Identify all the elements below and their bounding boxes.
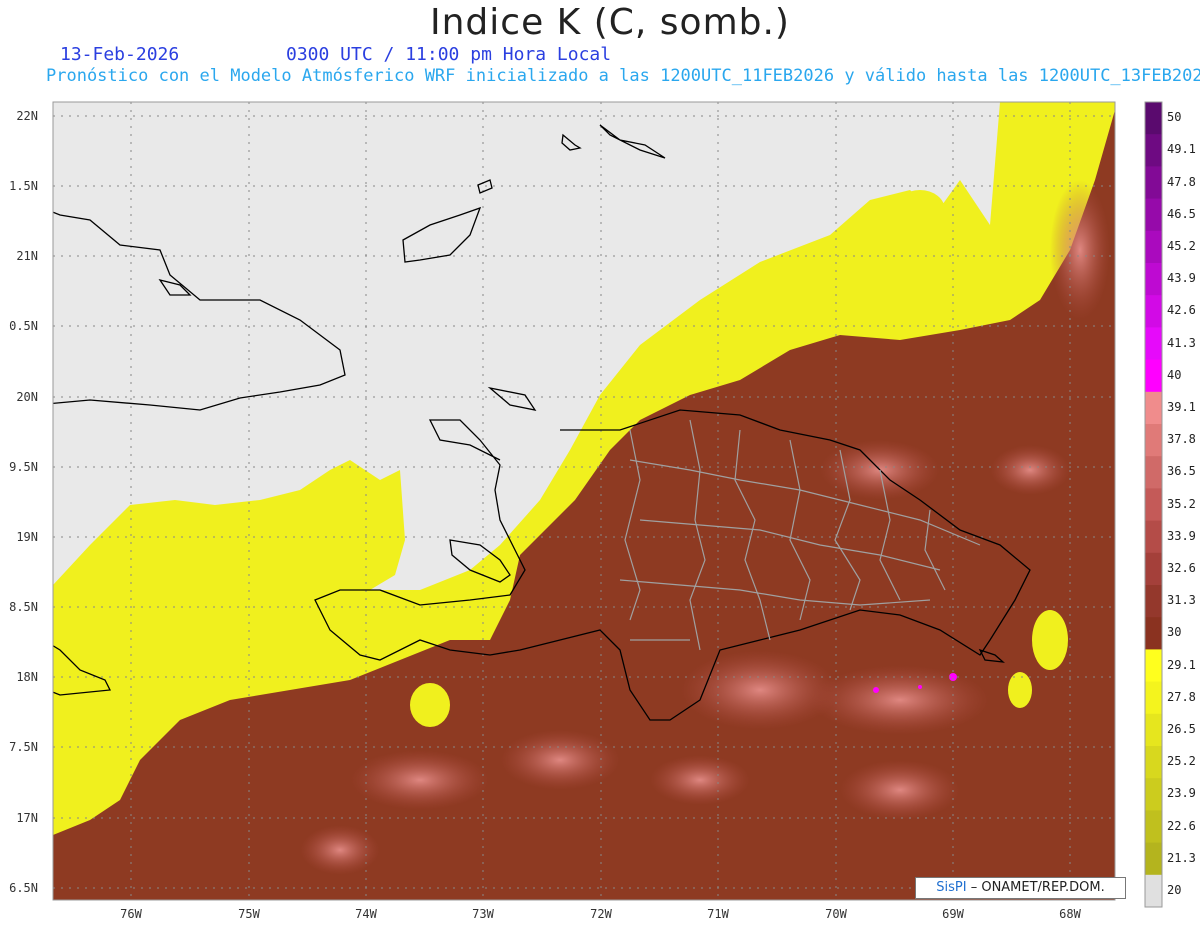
- sispi-logo: SisPI: [936, 880, 967, 895]
- colorbar-label: 29.1: [1167, 657, 1196, 672]
- lon-label: 68W: [1059, 907, 1081, 921]
- colorbar-label: 22.6: [1167, 818, 1196, 833]
- colorbar-label: 23.9: [1167, 786, 1196, 801]
- colorbar-label: 25.2: [1167, 754, 1196, 769]
- colorbar-swatch: [1145, 810, 1162, 844]
- lon-label: 73W: [472, 907, 494, 921]
- lat-label: 1.5N: [9, 179, 38, 193]
- colorbar-swatch: [1145, 134, 1162, 167]
- colorbar-swatch: [1145, 230, 1162, 264]
- colorbar-label: 40: [1167, 367, 1182, 382]
- colorbar-label: 26.5: [1167, 721, 1196, 736]
- colorbar-swatch: [1145, 359, 1162, 393]
- colorbar-label: 50: [1167, 110, 1182, 125]
- map-field: [53, 102, 1115, 900]
- lat-label: 0.5N: [9, 319, 38, 333]
- colorbar-swatch: [1145, 327, 1162, 361]
- colorbar-label: 31.3: [1167, 593, 1196, 608]
- credit-box: SisPI – ONAMET/REP.DOM.: [915, 877, 1126, 899]
- colorbar-swatch: [1145, 198, 1162, 232]
- colorbar-label: 49.1: [1167, 142, 1196, 157]
- lon-label: 71W: [707, 907, 729, 921]
- k-index-map: [52, 101, 1163, 908]
- colorbar-label: 39.1: [1167, 399, 1196, 414]
- colorbar-swatch: [1145, 102, 1162, 135]
- colorbar-swatch: [1145, 874, 1162, 908]
- colorbar: [1144, 101, 1163, 908]
- colorbar-label: 21.3: [1167, 850, 1196, 865]
- colorbar-label: 37.8: [1167, 432, 1196, 447]
- lon-label: 69W: [942, 907, 964, 921]
- lat-label: 22N: [16, 109, 38, 123]
- colorbar-label: 35.2: [1167, 496, 1196, 511]
- colorbar-swatch: [1145, 778, 1162, 811]
- colorbar-label: 46.5: [1167, 206, 1196, 221]
- lat-label: 7.5N: [9, 740, 38, 754]
- colorbar-swatch: [1145, 488, 1162, 522]
- colorbar-swatch: [1145, 617, 1162, 650]
- colorbar-swatch: [1145, 166, 1162, 200]
- colorbar-label: 30: [1167, 625, 1182, 640]
- colorbar-label: 27.8: [1167, 689, 1196, 704]
- colorbar-label: 43.9: [1167, 271, 1196, 286]
- colorbar-swatch: [1145, 746, 1162, 779]
- colorbar-label: 33.9: [1167, 528, 1196, 543]
- colorbar-swatch: [1145, 391, 1162, 425]
- colorbar-swatch: [1145, 681, 1162, 715]
- lon-label: 72W: [590, 907, 612, 921]
- lat-label: 21N: [16, 249, 38, 263]
- colorbar-swatch: [1145, 263, 1162, 296]
- colorbar-swatch: [1145, 424, 1162, 457]
- colorbar-swatch: [1145, 842, 1162, 876]
- colorbar-label: 47.8: [1167, 174, 1196, 189]
- lon-label: 76W: [120, 907, 142, 921]
- lat-label: 19N: [16, 530, 38, 544]
- colorbar-label: 36.5: [1167, 464, 1196, 479]
- colorbar-label: 20: [1167, 882, 1182, 897]
- lat-label: 6.5N: [9, 881, 38, 895]
- colorbar-swatch: [1145, 552, 1162, 586]
- lat-label: 18N: [16, 670, 38, 684]
- colorbar-swatch: [1145, 713, 1162, 747]
- colorbar-label: 42.6: [1167, 303, 1196, 318]
- lon-label: 74W: [355, 907, 377, 921]
- lon-label: 70W: [825, 907, 847, 921]
- lat-label: 9.5N: [9, 460, 38, 474]
- colorbar-label: 32.6: [1167, 560, 1196, 575]
- colorbar-label: 41.3: [1167, 335, 1196, 350]
- colorbar-swatch: [1145, 585, 1162, 618]
- lat-label: 8.5N: [9, 600, 38, 614]
- colorbar-swatch: [1145, 295, 1162, 328]
- colorbar-swatch: [1145, 520, 1162, 554]
- lat-label: 17N: [16, 811, 38, 825]
- agency-label: ONAMET/REP.DOM.: [977, 880, 1105, 895]
- colorbar-label: 45.2: [1167, 238, 1196, 253]
- lat-label: 20N: [16, 390, 38, 404]
- lon-label: 75W: [238, 907, 260, 921]
- colorbar-swatch: [1145, 649, 1162, 683]
- colorbar-swatch: [1145, 456, 1162, 489]
